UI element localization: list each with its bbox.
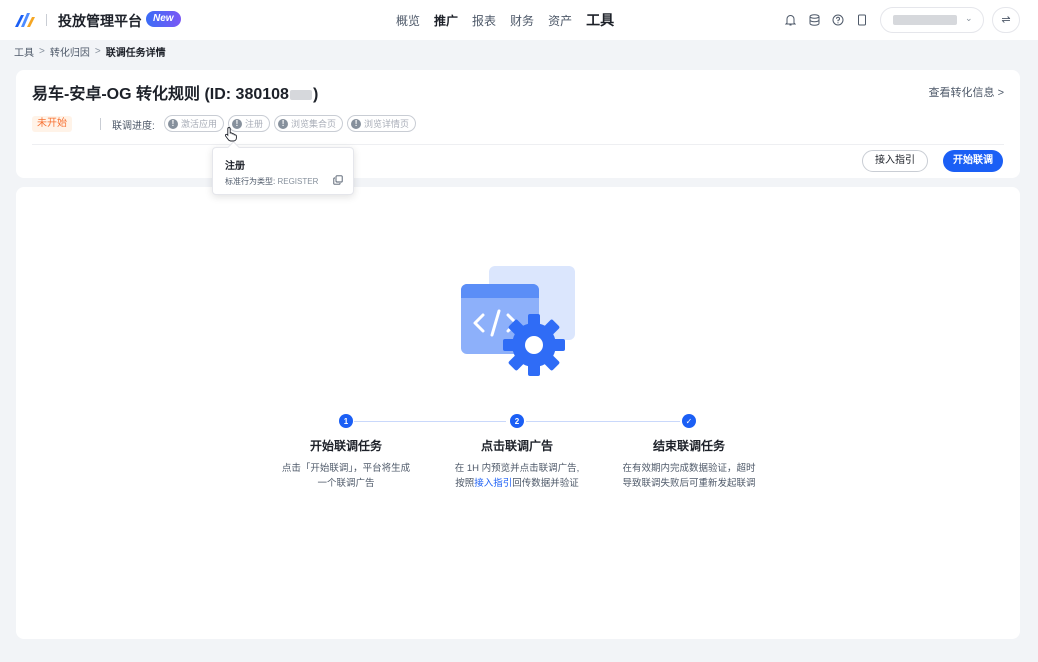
flow-step-title: 点击联调广告 (480, 439, 553, 453)
nav-finance[interactable]: 财务 (510, 12, 534, 29)
breadcrumb-separator: > (94, 46, 101, 57)
step-chip-collection[interactable]: ! 浏览集合页 (274, 115, 344, 132)
rule-title: 易车-安卓-OG 转化规则 (ID: 380108) (32, 86, 319, 103)
breadcrumb-tools[interactable]: 工具 (14, 44, 34, 59)
nav-reports[interactable]: 报表 (472, 12, 496, 29)
bell-icon[interactable] (782, 12, 798, 28)
tooltip-title: 注册 (225, 161, 245, 172)
account-selector[interactable]: ⌄ (880, 7, 984, 33)
logo-divider (46, 14, 47, 26)
flow-connector (526, 421, 680, 422)
breadcrumb-attribution[interactable]: 转化归因 (50, 44, 90, 59)
platform-title: 投放管理平台 (58, 13, 142, 29)
nav-overview[interactable]: 概览 (396, 12, 420, 29)
main-menu: 概览 推广 报表 财务 资产 工具 (396, 0, 628, 40)
status-badge: 未开始 (32, 116, 72, 132)
help-icon[interactable] (830, 12, 846, 28)
status-divider (100, 118, 101, 130)
flow-step-title: 结束联调任务 (652, 439, 725, 453)
nav-promotion[interactable]: 推广 (434, 12, 458, 29)
header-divider (32, 144, 1004, 145)
account-name-masked (893, 15, 957, 25)
warning-icon: ! (168, 118, 178, 129)
breadcrumb: 工具 > 转化归因 > 联调任务详情 (14, 44, 166, 59)
new-badge: New (146, 11, 181, 27)
id-masked (289, 89, 312, 100)
flow-step-desc: 在 1H 内预览并点击联调广告, 按照接入指引回传数据并验证 (454, 463, 580, 489)
rule-header-card: 易车-安卓-OG 转化规则 (ID: 380108) 查看转化信息 > 未开始 … (16, 70, 1020, 178)
switch-account-button[interactable]: ⇌ (992, 7, 1020, 33)
flow-step-2-marker: 2 (510, 414, 524, 428)
breadcrumb-current: 联调任务详情 (105, 48, 166, 59)
warning-icon: ! (351, 118, 362, 129)
tooltip-desc: 标准行为类型: REGISTER (225, 177, 319, 186)
event-type-code: REGISTER (277, 177, 319, 186)
step-tooltip: 注册 标准行为类型: REGISTER (212, 147, 354, 195)
hand-cursor-icon (224, 127, 237, 142)
nav-assets[interactable]: 资产 (548, 12, 572, 29)
debug-guide-card: 1 2 ✓ 开始联调任务 点击「开始联调」，平台将生成 一个联调广告 点击联调广… (16, 187, 1020, 639)
flow-connector (354, 421, 506, 422)
nav-icon-group (782, 12, 878, 28)
breadcrumb-separator: > (39, 46, 45, 57)
step-chip-detail[interactable]: ! 浏览详情页 (347, 115, 417, 132)
access-guide-button[interactable]: 接入指引 (862, 150, 928, 172)
flow-step-desc: 点击「开始联调」，平台将生成 一个联调广告 (281, 463, 411, 489)
start-debug-button[interactable]: 开始联调 (943, 150, 1003, 172)
flow-step-1: 开始联调任务 点击「开始联调」，平台将生成 一个联调广告 (261, 437, 431, 491)
flow-step-2: 点击联调广告 在 1H 内预览并点击联调广告, 按照接入指引回传数据并验证 (432, 437, 602, 491)
chevron-down-icon: ⌄ (965, 13, 973, 23)
flow-step-3: 结束联调任务 在有效期内完成数据验证，超时 导致联调失败后可重新发起联调 (604, 437, 774, 491)
code-settings-illustration (461, 266, 575, 376)
step-chip-activate[interactable]: ! 激活应用 (164, 115, 225, 132)
warning-icon: ! (278, 118, 289, 129)
access-guide-link[interactable]: 接入指引 (474, 478, 512, 489)
flow-step-1-marker: 1 (339, 414, 353, 428)
database-icon[interactable] (806, 12, 822, 28)
top-nav: 投放管理平台 New 概览 推广 报表 财务 资产 工具 ⌄ ⇌ (0, 0, 1038, 40)
nav-tools[interactable]: 工具 (586, 10, 614, 30)
flow-step-desc: 在有效期内完成数据验证，超时 导致联调失败后可重新发起联调 (622, 463, 756, 489)
bookmark-icon[interactable] (854, 12, 870, 28)
progress-label: 联调进度: (112, 121, 155, 132)
view-conversion-info-link[interactable]: 查看转化信息 > (929, 84, 1005, 100)
flow-step-title: 开始联调任务 (309, 439, 382, 453)
check-icon: ✓ (682, 414, 696, 428)
platform-logo[interactable] (14, 11, 36, 29)
progress-steps: ! 激活应用 ! 注册 ! 浏览集合页 ! 浏览详情页 (164, 115, 420, 132)
copy-icon[interactable] (333, 175, 343, 185)
chevron-right-icon: > (997, 87, 1004, 99)
